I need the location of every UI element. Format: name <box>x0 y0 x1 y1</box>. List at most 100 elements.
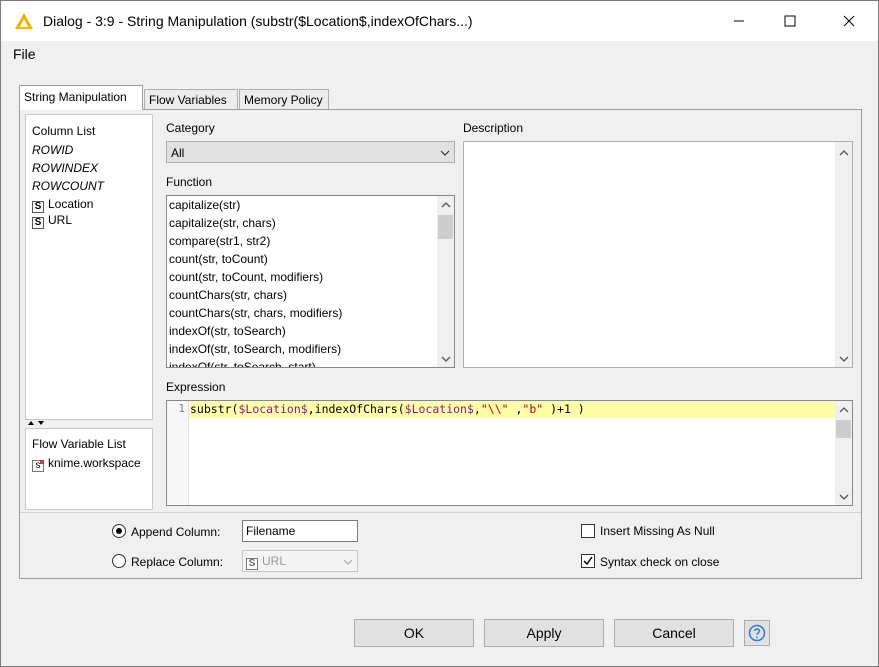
knime-triangle-icon <box>15 13 33 29</box>
function-list[interactable]: capitalize(str) capitalize(str, chars) c… <box>166 195 455 368</box>
help-button[interactable] <box>744 620 770 646</box>
split-arrows-icon <box>28 421 44 425</box>
column-item-rowid[interactable]: ROWID <box>32 143 73 157</box>
expression-label: Expression <box>166 380 226 394</box>
title-bar[interactable]: Dialog - 3:9 - String Manipulation (subs… <box>1 1 878 41</box>
function-item[interactable]: capitalize(str) <box>169 198 240 212</box>
chevron-down-icon <box>441 356 450 362</box>
chevron-down-icon <box>343 559 353 565</box>
append-column-radio[interactable] <box>112 524 126 538</box>
code-token-variable: $Location$ <box>238 402 308 416</box>
category-select[interactable]: All <box>166 141 455 163</box>
column-list[interactable]: Column List ROWID ROWINDEX ROWCOUNT S Loc… <box>25 114 153 420</box>
window-title: Dialog - 3:9 - String Manipulation (subs… <box>43 13 473 29</box>
flow-variable-list-header: Flow Variable List <box>32 437 126 451</box>
close-icon <box>843 15 855 27</box>
code-token: )+1 ) <box>543 402 585 416</box>
options-divider <box>20 512 861 513</box>
string-manipulation-panel: Column List ROWID ROWINDEX ROWCOUNT S Loc… <box>19 109 862 579</box>
maximize-button[interactable] <box>767 1 813 41</box>
split-handle[interactable] <box>25 420 153 428</box>
chevron-up-icon <box>839 406 848 412</box>
function-item[interactable]: countChars(str, chars) <box>169 288 287 302</box>
chevron-down-icon <box>839 494 848 500</box>
expression-editor[interactable]: 1 substr($Location$,indexOfChars($Locati… <box>166 400 853 506</box>
code-token: substr( <box>190 402 239 416</box>
expression-scrollbar[interactable] <box>835 401 852 505</box>
function-item[interactable]: indexOf(str, toSearch, start) <box>169 360 316 367</box>
scroll-down-button[interactable] <box>835 350 852 367</box>
menu-file[interactable]: File <box>13 46 36 62</box>
chevron-up-icon <box>441 201 450 207</box>
scroll-up-button[interactable] <box>437 196 454 213</box>
flow-variable-item-workspace[interactable]: s knime.workspace <box>32 456 141 472</box>
scroll-up-button[interactable] <box>835 144 852 161</box>
code-token: , <box>508 402 523 416</box>
apply-button[interactable]: Apply <box>484 619 604 647</box>
tab-string-manipulation[interactable]: String Manipulation <box>19 85 143 110</box>
function-item[interactable]: count(str, toCount, modifiers) <box>169 270 323 284</box>
tab-flow-variables[interactable]: Flow Variables <box>144 89 238 109</box>
replace-column-select[interactable]: S URL <box>242 550 358 572</box>
expression-code-line[interactable]: substr($Location$,indexOfChars($Location… <box>190 401 835 418</box>
code-token-variable: $Location$ <box>404 402 474 416</box>
flow-variable-string-icon: s <box>32 460 44 472</box>
code-token: , <box>473 402 481 416</box>
syntax-check-label: Syntax check on close <box>600 555 720 569</box>
line-number: 1 <box>178 402 185 415</box>
function-item[interactable]: count(str, toCount) <box>169 252 268 266</box>
scroll-thumb[interactable] <box>438 215 453 239</box>
ok-button[interactable]: OK <box>354 619 474 647</box>
column-item-rowindex[interactable]: ROWINDEX <box>32 161 98 175</box>
description-scrollbar[interactable] <box>835 142 852 367</box>
insert-missing-checkbox[interactable] <box>581 524 595 538</box>
function-item[interactable]: countChars(str, chars, modifiers) <box>169 306 342 320</box>
string-type-icon: S <box>32 201 44 213</box>
tab-memory-policy[interactable]: Memory Policy <box>239 89 329 109</box>
insert-missing-label: Insert Missing As Null <box>600 524 715 538</box>
help-icon <box>748 624 766 642</box>
flow-variable-list[interactable]: Flow Variable List s knime.workspace <box>25 428 153 510</box>
code-token: ,indexOfChars( <box>307 402 405 416</box>
function-item[interactable]: compare(str1, str2) <box>169 234 270 248</box>
string-type-icon: S <box>246 558 258 570</box>
flow-variable-marker <box>40 460 44 464</box>
category-value: All <box>171 146 185 160</box>
cancel-button[interactable]: Cancel <box>614 619 734 647</box>
category-label: Category <box>166 121 215 135</box>
replace-column-radio[interactable] <box>112 554 126 568</box>
function-item[interactable]: capitalize(str, chars) <box>169 216 276 230</box>
column-item-location[interactable]: S Location <box>32 197 93 213</box>
column-item-label: URL <box>48 213 73 227</box>
function-label: Function <box>166 175 213 189</box>
scroll-up-button[interactable] <box>835 401 852 418</box>
function-item[interactable]: indexOf(str, toSearch) <box>169 324 286 338</box>
chevron-up-icon <box>839 149 848 155</box>
syntax-check-checkbox[interactable] <box>581 554 595 568</box>
append-column-value: Filename <box>246 524 296 538</box>
scroll-down-button[interactable] <box>835 488 852 505</box>
scroll-down-button[interactable] <box>437 350 454 367</box>
column-item-url[interactable]: S URL <box>32 213 72 229</box>
maximize-icon <box>784 15 796 27</box>
checkmark-icon <box>583 556 593 566</box>
column-list-header: Column List <box>32 124 96 138</box>
string-type-icon: S <box>32 217 44 229</box>
function-item[interactable]: indexOf(str, toSearch, modifiers) <box>169 342 341 356</box>
append-column-input[interactable]: Filename <box>242 520 358 542</box>
description-pane <box>463 141 853 368</box>
column-item-rowcount[interactable]: ROWCOUNT <box>32 179 104 193</box>
minimize-button[interactable] <box>716 1 762 41</box>
menu-bar: File <box>1 41 878 65</box>
function-list-scrollbar[interactable] <box>437 196 454 367</box>
close-button[interactable] <box>826 1 872 41</box>
column-item-label: Location <box>48 197 94 211</box>
chevron-down-icon <box>839 356 848 362</box>
code-token-string: "b" <box>522 402 544 416</box>
line-gutter: 1 <box>167 401 189 505</box>
dialog-window: Dialog - 3:9 - String Manipulation (subs… <box>0 0 879 667</box>
replace-column-label: Replace Column: <box>131 555 224 569</box>
minimize-icon <box>734 20 744 22</box>
append-column-label: Append Column: <box>131 525 221 539</box>
scroll-thumb[interactable] <box>836 420 851 438</box>
